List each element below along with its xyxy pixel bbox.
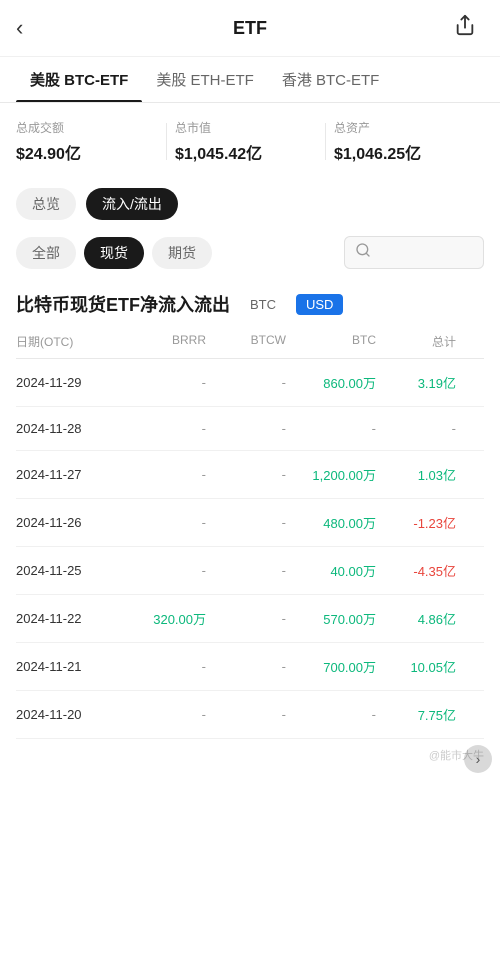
type-spot-button[interactable]: 现货 <box>84 237 144 269</box>
cell-total-5: 4.86亿 <box>376 609 456 628</box>
cell-brrr-7: - <box>126 707 206 722</box>
cell-btcw-6: - <box>206 659 286 674</box>
cell-brrr-2: - <box>126 467 206 482</box>
tab-btc-etf[interactable]: 美股 BTC-ETF <box>16 57 142 102</box>
section-title-text: 比特币现货ETF净流入流出 <box>16 291 230 317</box>
stat-total-volume-label: 总成交额 <box>16 119 158 136</box>
tab-eth-etf[interactable]: 美股 ETH-ETF <box>142 57 268 102</box>
filter-overview-button[interactable]: 总览 <box>16 188 76 220</box>
cell-btc-4: 40.00万 <box>286 561 376 580</box>
cell-total-7: 7.75亿 <box>376 705 456 724</box>
cell-brrr-6: - <box>126 659 206 674</box>
col-header-brrr: BRRR <box>126 333 206 350</box>
table-row: 2024-11-28 - - - - <box>16 407 484 451</box>
cell-date-6: 2024-11-21 <box>16 659 126 674</box>
cell-btc-2: 1,200.00万 <box>286 465 376 484</box>
table-row: 2024-11-21 - - 700.00万 10.05亿 <box>16 643 484 691</box>
filter-row: 总览 流入/流出 <box>0 180 500 228</box>
stat-total-assets-label: 总资产 <box>334 119 476 136</box>
cell-total-0: 3.19亿 <box>376 373 456 392</box>
filter-flow-button[interactable]: 流入/流出 <box>86 188 178 220</box>
stat-total-assets: 总资产 $1,046.25亿 <box>326 119 484 164</box>
cell-total-4: -4.35亿 <box>376 561 456 580</box>
table-row: 2024-11-25 - - 40.00万 -4.35亿 <box>16 547 484 595</box>
cell-total-2: 1.03亿 <box>376 465 456 484</box>
cell-date-3: 2024-11-26 <box>16 515 126 530</box>
currency-usd-button[interactable]: USD <box>296 294 343 315</box>
stat-market-cap-label: 总市值 <box>175 119 317 136</box>
cell-btc-6: 700.00万 <box>286 657 376 676</box>
cell-btc-0: 860.00万 <box>286 373 376 392</box>
search-box[interactable] <box>344 236 484 269</box>
cell-brrr-5: 320.00万 <box>126 609 206 628</box>
currency-btc-button[interactable]: BTC <box>240 294 286 315</box>
cell-btcw-3: - <box>206 515 286 530</box>
watermark: @能市大牛 <box>0 739 500 771</box>
table-row: 2024-11-20 - - - 7.75亿 <box>16 691 484 739</box>
page-title: ETF <box>46 18 454 39</box>
col-header-date: 日期(OTC) <box>16 333 126 350</box>
table-row: 2024-11-29 - - 860.00万 3.19亿 <box>16 359 484 407</box>
cell-date-2: 2024-11-27 <box>16 467 126 482</box>
tab-hk-btc-etf[interactable]: 香港 BTC-ETF <box>268 57 394 102</box>
stats-row: 总成交额 $24.90亿 总市值 $1,045.42亿 总资产 $1,046.2… <box>0 103 500 180</box>
search-icon <box>355 242 371 263</box>
table-row: 2024-11-26 - - 480.00万 -1.23亿 <box>16 499 484 547</box>
scroll-arrow[interactable]: › <box>464 745 492 773</box>
col-header-total: 总计 <box>376 333 456 350</box>
cell-btcw-5: - <box>206 611 286 626</box>
cell-btc-1: - <box>286 421 376 436</box>
cell-brrr-4: - <box>126 563 206 578</box>
cell-btc-5: 570.00万 <box>286 609 376 628</box>
cell-brrr-1: - <box>126 421 206 436</box>
cell-btcw-1: - <box>206 421 286 436</box>
col-header-btcw: BTCW <box>206 333 286 350</box>
cell-total-1: - <box>376 421 456 436</box>
cell-date-0: 2024-11-29 <box>16 375 126 390</box>
cell-btcw-2: - <box>206 467 286 482</box>
cell-btcw-7: - <box>206 707 286 722</box>
cell-btcw-0: - <box>206 375 286 390</box>
cell-btc-3: 480.00万 <box>286 513 376 532</box>
section-title: 比特币现货ETF净流入流出 BTC USD <box>0 277 500 325</box>
tab-bar: 美股 BTC-ETF 美股 ETH-ETF 香港 BTC-ETF <box>0 57 500 103</box>
share-button[interactable] <box>454 14 484 42</box>
cell-total-6: 10.05亿 <box>376 657 456 676</box>
table-row: 2024-11-27 - - 1,200.00万 1.03亿 <box>16 451 484 499</box>
stat-total-volume-value: $24.90亿 <box>16 140 158 164</box>
type-all-button[interactable]: 全部 <box>16 237 76 269</box>
type-row: 全部 现货 期货 <box>0 228 500 277</box>
cell-date-7: 2024-11-20 <box>16 707 126 722</box>
cell-total-3: -1.23亿 <box>376 513 456 532</box>
cell-brrr-0: - <box>126 375 206 390</box>
type-futures-button[interactable]: 期货 <box>152 237 212 269</box>
cell-date-4: 2024-11-25 <box>16 563 126 578</box>
table-header: 日期(OTC) BRRR BTCW BTC 总计 <box>16 325 484 359</box>
header: ‹ ETF <box>0 0 500 57</box>
cell-btcw-4: - <box>206 563 286 578</box>
back-button[interactable]: ‹ <box>16 15 46 41</box>
stat-market-cap-value: $1,045.42亿 <box>175 140 317 164</box>
data-table: 日期(OTC) BRRR BTCW BTC 总计 2024-11-29 - - … <box>0 325 500 739</box>
col-header-btc: BTC <box>286 333 376 350</box>
cell-date-5: 2024-11-22 <box>16 611 126 626</box>
cell-brrr-3: - <box>126 515 206 530</box>
stat-total-volume: 总成交额 $24.90亿 <box>16 119 166 164</box>
stat-total-assets-value: $1,046.25亿 <box>334 140 476 164</box>
cell-date-1: 2024-11-28 <box>16 421 126 436</box>
stat-market-cap: 总市值 $1,045.42亿 <box>167 119 325 164</box>
table-row: 2024-11-22 320.00万 - 570.00万 4.86亿 <box>16 595 484 643</box>
cell-btc-7: - <box>286 707 376 722</box>
